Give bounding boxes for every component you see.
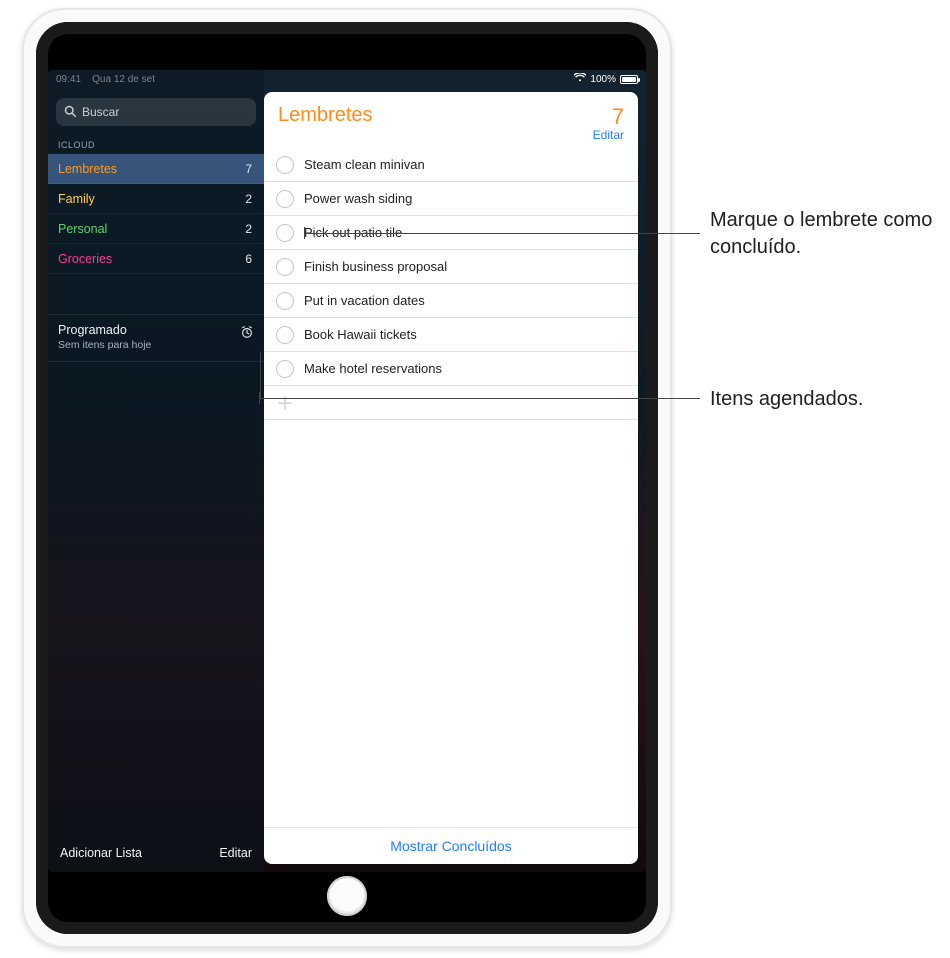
reminder-text: Put in vacation dates	[304, 293, 425, 308]
sidebar-scheduled[interactable]: Programado Sem itens para hoje	[48, 314, 264, 362]
complete-toggle[interactable]	[276, 360, 294, 378]
complete-toggle[interactable]	[276, 156, 294, 174]
edit-button[interactable]: Editar	[593, 128, 624, 142]
list-item[interactable]: Power wash siding	[264, 182, 638, 216]
sidebar-item-label: Family	[58, 192, 95, 206]
sidebar-item-count: 2	[245, 222, 252, 236]
sidebar-footer: Adicionar Lista Editar	[48, 836, 264, 872]
show-completed-button[interactable]: Mostrar Concluídos	[264, 827, 638, 864]
sidebar-item-count: 6	[245, 252, 252, 266]
list-item[interactable]: Make hotel reservations	[264, 352, 638, 386]
search-input[interactable]: Buscar	[56, 98, 256, 126]
search-icon	[64, 105, 76, 120]
list-item[interactable]: Book Hawaii tickets	[264, 318, 638, 352]
ipad-bezel: 09:41 Qua 12 de set 100%	[36, 22, 658, 934]
status-right: 100%	[574, 73, 638, 85]
reminder-text: Finish business proposal	[304, 259, 447, 274]
sidebar-item-family[interactable]: Family 2	[48, 184, 264, 214]
battery-icon	[620, 75, 638, 84]
callout-mark-done: Marque o lembrete como concluído.	[710, 207, 940, 261]
list-item[interactable]: Put in vacation dates	[264, 284, 638, 318]
app-screen: 09:41 Qua 12 de set 100%	[48, 70, 646, 872]
add-reminder-row[interactable]: ＋	[264, 386, 638, 420]
sidebar-item-personal[interactable]: Personal 2	[48, 214, 264, 244]
sidebar-item-label: Groceries	[58, 252, 112, 266]
sidebar-item-label: Lembretes	[58, 162, 117, 176]
reminder-text: Steam clean minivan	[304, 157, 425, 172]
battery-pct: 100%	[590, 74, 616, 85]
callout-leader	[305, 233, 700, 234]
scheduled-subtitle: Sem itens para hoje	[58, 339, 151, 351]
complete-toggle[interactable]	[276, 224, 294, 242]
plus-icon: ＋	[276, 390, 294, 416]
sidebar-item-groceries[interactable]: Groceries 6	[48, 244, 264, 274]
reminder-text: Power wash siding	[304, 191, 412, 206]
alarm-icon	[240, 325, 254, 339]
complete-toggle[interactable]	[276, 292, 294, 310]
wifi-icon	[574, 73, 586, 85]
sidebar-lists: Lembretes 7 Family 2 Personal 2 Grocer	[48, 154, 264, 274]
complete-toggle[interactable]	[276, 258, 294, 276]
home-button[interactable]	[327, 876, 367, 916]
complete-toggle[interactable]	[276, 190, 294, 208]
callout-scheduled: Itens agendados.	[710, 386, 863, 413]
sidebar-item-label: Personal	[58, 222, 107, 236]
ipad-frame: 09:41 Qua 12 de set 100%	[22, 8, 672, 948]
list-item[interactable]: Finish business proposal	[264, 250, 638, 284]
scheduled-title: Programado	[58, 323, 151, 337]
callout-leader-vert	[260, 358, 261, 398]
callout-leader	[260, 398, 700, 399]
panel-header: Lembretes 7 Editar	[264, 92, 638, 148]
reminder-text: Make hotel reservations	[304, 361, 442, 376]
reminder-text: Book Hawaii tickets	[304, 327, 417, 342]
reminders-panel: Lembretes 7 Editar Steam clean minivan	[264, 92, 638, 864]
sidebar-item-count: 2	[245, 192, 252, 206]
sidebar-item-count: 7	[245, 162, 252, 176]
sidebar: Buscar ICLOUD Lembretes 7 Family 2	[48, 70, 264, 872]
add-list-button[interactable]: Adicionar Lista	[60, 846, 142, 860]
edit-lists-button[interactable]: Editar	[219, 846, 252, 860]
sidebar-item-lembretes[interactable]: Lembretes 7	[48, 154, 264, 184]
search-placeholder: Buscar	[82, 105, 119, 119]
list-item[interactable]: Steam clean minivan	[264, 148, 638, 182]
page-title: Lembretes	[278, 104, 373, 127]
complete-toggle[interactable]	[276, 326, 294, 344]
reminders-list: Steam clean minivan Power wash siding Pi…	[264, 148, 638, 827]
reminders-count: 7	[593, 104, 624, 130]
sidebar-section-label: ICLOUD	[48, 136, 264, 154]
